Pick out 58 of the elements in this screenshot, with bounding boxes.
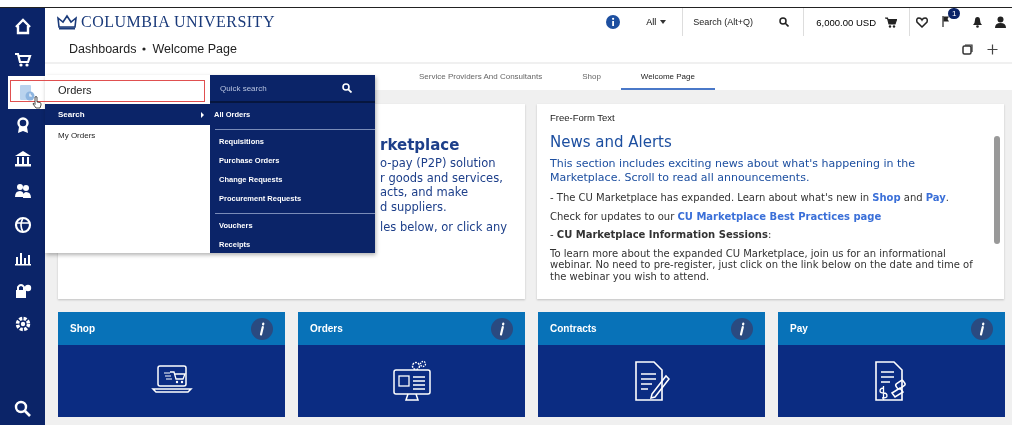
dashboard-tile[interactable]: Pay <box>778 312 1005 417</box>
quick-search-field[interactable]: Quick search <box>218 82 342 94</box>
document-clock-icon <box>17 83 36 102</box>
tile-title: Pay <box>790 323 808 334</box>
bell-icon[interactable] <box>972 16 983 28</box>
notification-badge: 1 <box>948 8 961 19</box>
flag-icon[interactable] <box>942 15 950 27</box>
link[interactable]: CU Marketplace Best Practices page <box>677 210 882 222</box>
card-heading: rketplace <box>380 136 461 154</box>
cart-icon <box>885 16 897 28</box>
info-icon[interactable] <box>251 317 273 340</box>
caret-right-icon <box>201 111 204 118</box>
bank-icon <box>13 149 32 168</box>
menu-title[interactable]: Orders <box>45 75 210 104</box>
tile-title: Contracts <box>550 323 597 334</box>
search-icon <box>342 83 352 93</box>
hand-cursor-icon <box>32 96 42 109</box>
search-icon <box>13 399 32 418</box>
menu-item[interactable]: Search <box>45 104 210 125</box>
separator-dot-icon <box>142 47 147 51</box>
copy-icon[interactable] <box>962 43 973 55</box>
dashboard-tile[interactable]: Orders <box>298 312 525 417</box>
card-text: Check for updates to our CU Marketplace Best Practices page <box>550 210 883 222</box>
card-text: - The CU Marketplace has expanded. Learn about what's new in Shop and Pay. <box>550 192 951 204</box>
breadcrumb-item[interactable]: Dashboards <box>69 42 137 56</box>
caret-icon <box>660 20 667 24</box>
dashboard-tile[interactable]: Shop <box>58 312 285 417</box>
breadcrumb-item: Welcome Page <box>152 42 237 56</box>
globe-icon <box>13 215 32 234</box>
card-heading: News and Alerts <box>550 133 673 151</box>
card-text: This section includes exciting news about what's happening in the Marketplace. Scroll to read all announcements. <box>550 157 916 185</box>
settings-icon <box>13 314 32 333</box>
add-icon[interactable] <box>987 43 998 55</box>
menu-item[interactable]: My Orders <box>45 125 210 146</box>
logo-text: COLUMBIA UNIVERSITY <box>81 13 275 31</box>
info-icon[interactable] <box>606 15 621 29</box>
card-text: les below, or click any <box>380 220 509 234</box>
info-icon[interactable] <box>731 317 753 340</box>
dashboard-tile[interactable]: Contracts <box>538 312 765 417</box>
crown-icon <box>57 14 77 30</box>
card-text: To learn more about the expanded CU Marketplace, join us for an informational webinar. No need to pre-register, just click on the link below on the date and time of the webinar you wish to attend. <box>550 247 974 282</box>
card-text: o-pay (P2P) solution r goods and services, acts, and make d suppliers. <box>380 156 504 214</box>
link[interactable]: Shop <box>872 192 901 203</box>
cart-icon <box>13 50 32 69</box>
tile-title: Shop <box>70 323 95 334</box>
user-icon[interactable] <box>995 16 1006 28</box>
card-text: - CU Marketplace Information Sessions: <box>550 229 773 241</box>
info-icon[interactable] <box>491 317 513 340</box>
card-label: Free-Form Text <box>550 112 616 123</box>
search-icon <box>779 17 790 27</box>
people-icon <box>13 182 32 201</box>
heart-icon[interactable] <box>916 16 928 28</box>
link[interactable]: Pay <box>925 192 946 203</box>
home-icon <box>13 17 32 36</box>
tile-title: Orders <box>310 323 343 334</box>
info-icon[interactable] <box>971 317 993 340</box>
lock-gear-icon <box>13 281 32 300</box>
scrollbar-thumb[interactable] <box>994 136 1000 244</box>
